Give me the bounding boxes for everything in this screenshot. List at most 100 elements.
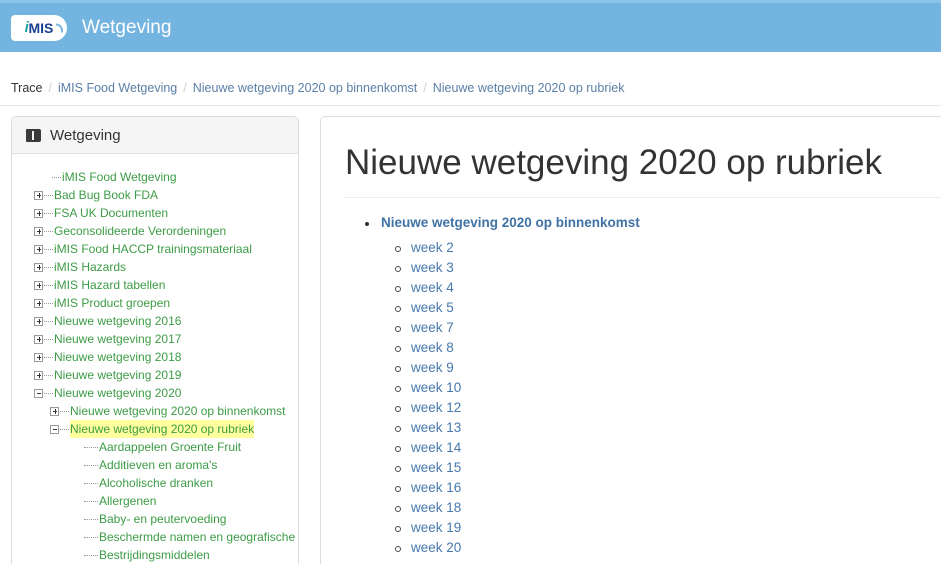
list-item: week 14 <box>395 439 941 459</box>
expand-icon[interactable] <box>34 316 43 326</box>
tree-item-label[interactable]: Bad Bug Book FDA <box>54 186 158 204</box>
tree-item-label[interactable]: Nieuwe wetgeving 2020 <box>54 384 181 402</box>
week-link[interactable]: week 3 <box>411 260 454 275</box>
content-panel: Nieuwe wetgeving 2020 op rubriek Nieuwe … <box>320 116 941 564</box>
tree-item-label[interactable]: iMIS Hazards <box>54 258 126 276</box>
tree-item[interactable]: Nieuwe wetgeving 2020 op rubriek <box>12 420 298 438</box>
tree-item[interactable]: Allergenen <box>12 492 298 510</box>
tree-item-label[interactable]: FSA UK Documenten <box>54 204 168 222</box>
expand-icon[interactable] <box>34 262 43 272</box>
tree-item-label[interactable]: Nieuwe wetgeving 2018 <box>54 348 181 366</box>
tree-item[interactable]: FSA UK Documenten <box>12 204 298 222</box>
tree-item[interactable]: Nieuwe wetgeving 2020 <box>12 384 298 402</box>
week-link[interactable]: week 12 <box>411 400 461 415</box>
tree-item-label[interactable]: Additieven en aroma's <box>99 456 217 474</box>
week-link[interactable]: week 15 <box>411 460 461 475</box>
list-item: week 19 <box>395 519 941 539</box>
expand-icon[interactable] <box>34 334 43 344</box>
tree-item-label[interactable]: iMIS Food HACCP trainingsmateriaal <box>54 240 252 258</box>
tree-item[interactable]: Aardappelen Groente Fruit <box>12 438 298 456</box>
tree-item-label[interactable]: iMIS Food Wetgeving <box>62 168 177 186</box>
tree-item-label[interactable]: Nieuwe wetgeving 2017 <box>54 330 181 348</box>
expand-icon[interactable] <box>50 406 59 416</box>
week-link[interactable]: week 10 <box>411 380 461 395</box>
sidebar-header: Wetgeving <box>12 117 298 154</box>
imis-logo[interactable]: i MIS <box>11 14 67 41</box>
week-link[interactable]: week 9 <box>411 360 454 375</box>
tree-item-label[interactable]: Allergenen <box>99 492 156 510</box>
tree-connector <box>44 248 53 250</box>
list-item: week 2 <box>395 239 941 259</box>
week-link[interactable]: week 2 <box>411 240 454 255</box>
tree-item[interactable]: Baby- en peutervoeding <box>12 510 298 528</box>
tree-item-label[interactable]: iMIS Product groepen <box>54 294 170 312</box>
tree-item[interactable]: iMIS Product groepen <box>12 294 298 312</box>
tree-item-label[interactable]: Alcoholische dranken <box>99 474 213 492</box>
expand-icon[interactable] <box>34 226 43 236</box>
link-binnenkomst[interactable]: Nieuwe wetgeving 2020 op binnenkomst <box>381 215 640 230</box>
week-link[interactable]: week 19 <box>411 520 461 535</box>
content-heading: Nieuwe wetgeving 2020 op rubriek <box>345 143 882 182</box>
collapse-icon[interactable] <box>50 424 59 434</box>
tree-item[interactable]: Beschermde namen en geografische <box>12 528 298 546</box>
tree-item[interactable]: Geconsolideerde Verordeningen <box>12 222 298 240</box>
breadcrumb-item-1[interactable]: Nieuwe wetgeving 2020 op binnenkomst <box>193 81 417 95</box>
tree-item-label[interactable]: Aardappelen Groente Fruit <box>99 438 241 456</box>
tree-item[interactable]: Nieuwe wetgeving 2017 <box>12 330 298 348</box>
expand-icon[interactable] <box>34 298 43 308</box>
tree-item-label[interactable]: Geconsolideerde Verordeningen <box>54 222 226 240</box>
sidebar-title: Wetgeving <box>50 126 121 144</box>
tree-item[interactable]: Bestrijdingsmiddelen <box>12 546 298 564</box>
list-item: week 15 <box>395 459 941 479</box>
expand-icon[interactable] <box>34 370 43 380</box>
tree-item-label[interactable]: Nieuwe wetgeving 2020 op binnenkomst <box>70 402 285 420</box>
list-item: week 4 <box>395 279 941 299</box>
tree-connector <box>44 320 53 322</box>
breadcrumb-item-0[interactable]: iMIS Food Wetgeving <box>58 81 177 95</box>
tree-item[interactable]: Bad Bug Book FDA <box>12 186 298 204</box>
tree-item-label[interactable]: Nieuwe wetgeving 2019 <box>54 366 181 384</box>
tree-item[interactable]: Nieuwe wetgeving 2016 <box>12 312 298 330</box>
tree-item[interactable]: Alcoholische dranken <box>12 474 298 492</box>
week-link[interactable]: week 20 <box>411 540 461 555</box>
navigation-tree: iMIS Food Wetgeving Bad Bug Book FDA FSA U… <box>12 154 298 564</box>
tree-item[interactable]: iMIS Hazards <box>12 258 298 276</box>
tree-connector <box>84 446 98 448</box>
expand-icon[interactable] <box>34 352 43 362</box>
tree-item-label[interactable]: Baby- en peutervoeding <box>99 510 226 528</box>
list-item: week 16 <box>395 479 941 499</box>
week-link[interactable]: week 16 <box>411 480 461 495</box>
list-item: week 3 <box>395 259 941 279</box>
tree-item-label[interactable]: Nieuwe wetgeving 2020 op rubriek <box>70 420 255 438</box>
week-link[interactable]: week 8 <box>411 340 454 355</box>
week-link[interactable]: week 4 <box>411 280 454 295</box>
breadcrumb-item-2[interactable]: Nieuwe wetgeving 2020 op rubriek <box>433 81 625 95</box>
list-item: week 18 <box>395 499 941 519</box>
tree-item-label[interactable]: Beschermde namen en geografische <box>99 528 295 546</box>
tree-connector <box>44 392 53 394</box>
tree-item-label[interactable]: Nieuwe wetgeving 2016 <box>54 312 181 330</box>
tree-item[interactable]: iMIS Food Wetgeving <box>12 168 298 186</box>
tree-item[interactable]: iMIS Food HACCP trainingsmateriaal <box>12 240 298 258</box>
tree-item-label[interactable]: Bestrijdingsmiddelen <box>99 546 210 564</box>
tree-item[interactable]: Nieuwe wetgeving 2018 <box>12 348 298 366</box>
tree-item[interactable]: Additieven en aroma's <box>12 456 298 474</box>
week-link[interactable]: week 18 <box>411 500 461 515</box>
breadcrumb-separator: / <box>423 81 427 95</box>
week-link[interactable]: week 5 <box>411 300 454 315</box>
expand-icon[interactable] <box>34 208 43 218</box>
tree-item[interactable]: iMIS Hazard tabellen <box>12 276 298 294</box>
collapse-icon[interactable] <box>34 388 43 398</box>
expand-icon[interactable] <box>34 244 43 254</box>
tree-connector <box>44 284 53 286</box>
tree-connector <box>44 230 53 232</box>
tree-item-label[interactable]: iMIS Hazard tabellen <box>54 276 165 294</box>
tree-item[interactable]: Nieuwe wetgeving 2020 op binnenkomst <box>12 402 298 420</box>
week-link[interactable]: week 13 <box>411 420 461 435</box>
expand-icon[interactable] <box>34 280 43 290</box>
week-link[interactable]: week 7 <box>411 320 454 335</box>
tree-item[interactable]: Nieuwe wetgeving 2019 <box>12 366 298 384</box>
tree-connector <box>60 428 69 430</box>
expand-icon[interactable] <box>34 190 43 200</box>
week-link[interactable]: week 14 <box>411 440 461 455</box>
